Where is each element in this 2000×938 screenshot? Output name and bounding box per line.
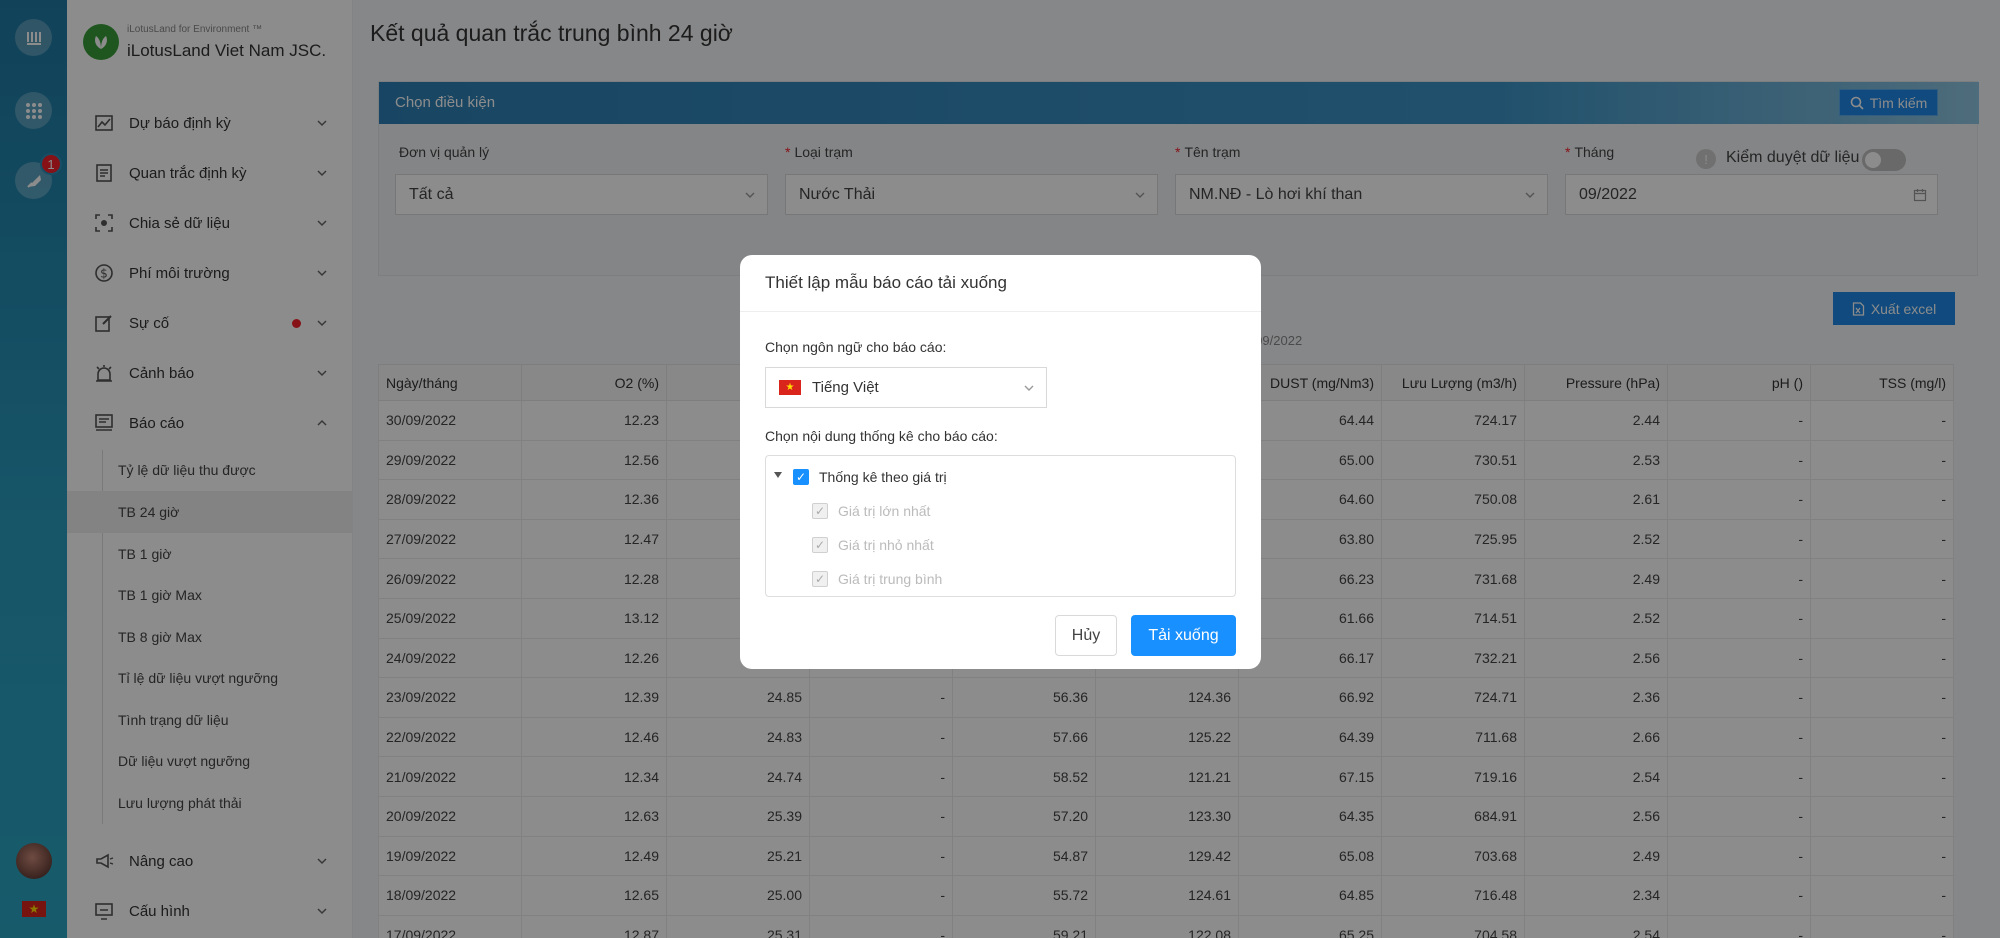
tree-node-max: ✓ Giá trị lớn nhất [766,496,1235,526]
tree-node-min: ✓ Giá trị nhỏ nhất [766,530,1235,560]
checkbox-disabled: ✓ [812,537,828,553]
content-label: Chọn nội dung thống kê cho báo cáo: [765,428,998,444]
download-template-modal: Thiết lập mẫu báo cáo tải xuống Chọn ngô… [740,255,1261,669]
modal-divider [740,311,1261,312]
statistics-tree: ✓ Thống kê theo giá trị ✓ Giá trị lớn nh… [765,455,1236,597]
download-button[interactable]: Tải xuống [1131,615,1236,656]
vietnam-flag-icon: ★ [779,380,801,395]
chevron-down-icon [1024,385,1034,391]
checkbox-disabled: ✓ [812,571,828,587]
language-label: Chọn ngôn ngữ cho báo cáo: [765,339,947,355]
checkbox-checked[interactable]: ✓ [793,469,809,485]
cancel-button[interactable]: Hủy [1055,615,1117,656]
tree-node-avg: ✓ Giá trị trung bình [766,564,1235,594]
checkbox-disabled: ✓ [812,503,828,519]
modal-title: Thiết lập mẫu báo cáo tải xuống [765,273,1007,292]
caret-down-icon[interactable] [774,472,782,478]
tree-node-parent[interactable]: ✓ Thống kê theo giá trị [766,462,1235,492]
language-select[interactable]: ★ Tiếng Việt [765,367,1047,408]
